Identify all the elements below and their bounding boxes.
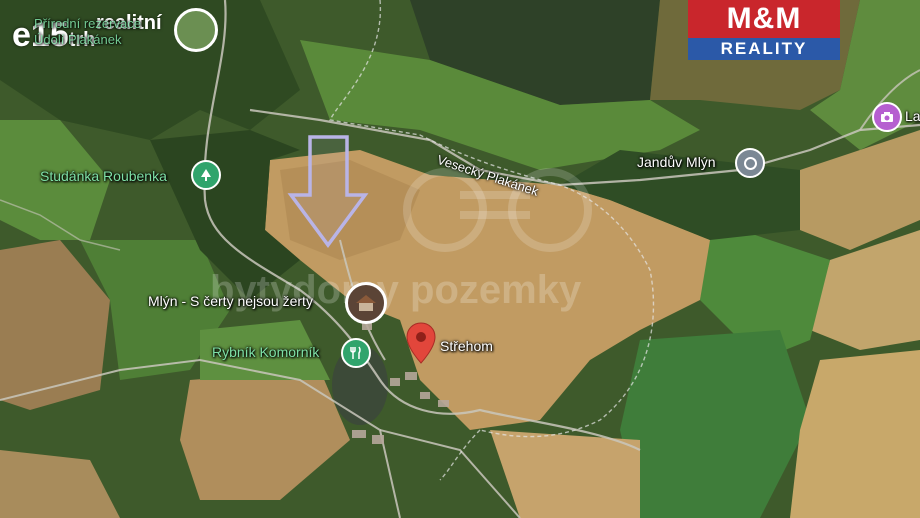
reality-logo-text: REALITY [688, 38, 840, 60]
photo-thumbnail-reserve[interactable] [174, 8, 218, 52]
location-pin-icon[interactable] [406, 322, 436, 364]
place-label-mlyn[interactable]: Mlýn - S čerty nejsou žerty [148, 293, 313, 309]
place-label-rybnik[interactable]: Rybník Komorník [212, 344, 319, 360]
place-label-studanka[interactable]: Studánka Roubenka [40, 168, 167, 184]
mm-logo-text: M&M [688, 0, 840, 38]
tree-icon[interactable] [191, 160, 221, 190]
place-dot-icon[interactable] [735, 148, 765, 178]
place-label-strehom[interactable]: Střehom [440, 338, 493, 354]
place-label-la[interactable]: La [905, 108, 920, 124]
restaurant-icon[interactable] [341, 338, 371, 368]
mm-reality-logo: M&M REALITY [688, 0, 840, 62]
photo-thumbnail-mlyn[interactable] [345, 282, 387, 324]
terrain-layer [0, 0, 920, 518]
place-label-janduv-mlyn[interactable]: Jandův Mlýn [637, 154, 716, 170]
satellite-map[interactable]: bytydomy pozemky e15trh realitní M&M REA… [0, 0, 920, 518]
camera-icon[interactable] [872, 102, 902, 132]
place-label-reserve[interactable]: Přírodní rezervace Údolí Plakánek [34, 16, 164, 48]
